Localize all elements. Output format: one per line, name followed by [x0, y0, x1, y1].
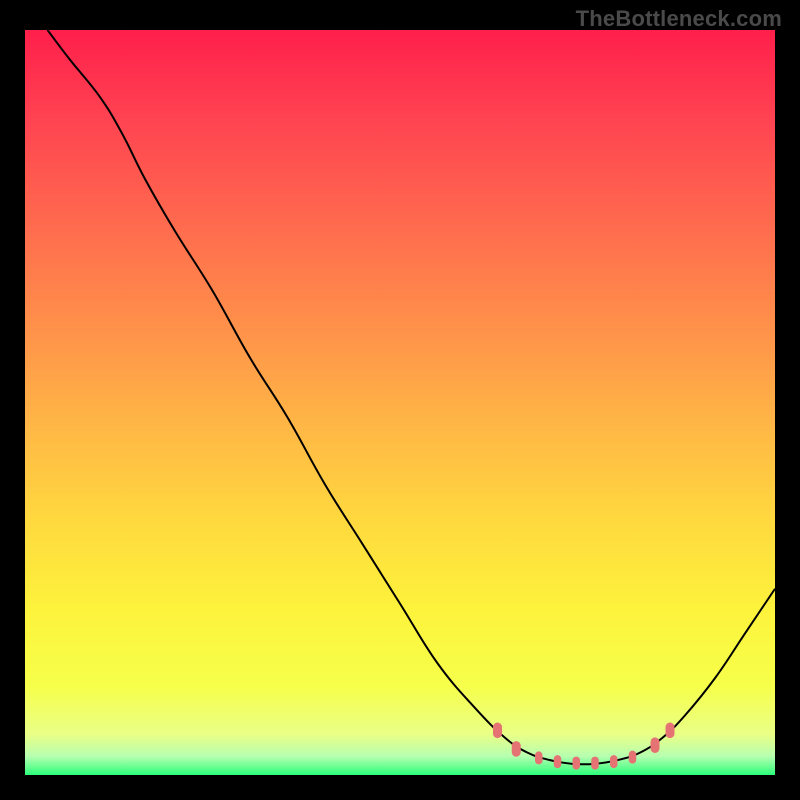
gradient-background	[25, 30, 775, 775]
marker-dot	[493, 723, 502, 739]
marker-dot	[535, 751, 543, 764]
marker-dot	[573, 757, 581, 770]
marker-dot	[651, 737, 660, 753]
marker-dot	[591, 757, 599, 770]
watermark-text: TheBottleneck.com	[576, 6, 782, 32]
plot-area	[25, 30, 775, 775]
marker-dot	[610, 755, 618, 768]
marker-dot	[554, 755, 562, 768]
chart-frame: TheBottleneck.com	[0, 0, 800, 800]
marker-dot	[629, 751, 637, 764]
marker-dot	[666, 723, 675, 739]
marker-dot	[512, 741, 521, 757]
plot-svg	[25, 30, 775, 775]
